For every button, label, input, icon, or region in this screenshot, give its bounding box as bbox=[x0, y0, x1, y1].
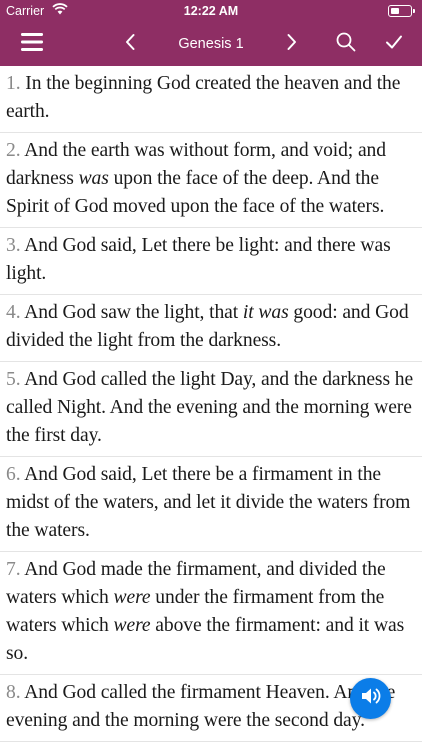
verse-item[interactable]: 1. In the beginning God created the heav… bbox=[0, 66, 422, 133]
page-title[interactable]: Genesis 1 bbox=[160, 22, 262, 66]
verse-number: 3. bbox=[6, 235, 21, 256]
previous-chapter-button[interactable] bbox=[114, 22, 146, 66]
verse-text: And God called the light Day, and the da… bbox=[6, 369, 414, 446]
verse-item[interactable]: 6. And God said, Let there be a firmamen… bbox=[0, 457, 422, 552]
search-icon bbox=[336, 32, 356, 57]
verse-italic-text: were bbox=[113, 615, 151, 636]
audio-play-button[interactable] bbox=[350, 678, 391, 719]
chevron-left-icon bbox=[124, 33, 136, 56]
status-bar: Carrier 12:22 AM bbox=[0, 0, 422, 22]
verse-number: 4. bbox=[6, 302, 21, 323]
battery-icon bbox=[388, 5, 415, 17]
nav-bar: Genesis 1 bbox=[0, 22, 422, 66]
verse-number: 6. bbox=[6, 464, 21, 485]
next-chapter-button[interactable] bbox=[276, 22, 308, 66]
menu-button[interactable] bbox=[12, 22, 52, 66]
verse-text: And God saw the light, that bbox=[20, 302, 243, 323]
verse-text: And God called the firmament Heaven. And… bbox=[6, 682, 396, 731]
verse-number: 8. bbox=[6, 682, 21, 703]
verse-item[interactable]: 4. And God saw the light, that it was go… bbox=[0, 295, 422, 362]
verse-number: 5. bbox=[6, 369, 21, 390]
verse-italic-text: was bbox=[78, 168, 109, 189]
verse-item[interactable]: 5. And God called the light Day, and the… bbox=[0, 362, 422, 457]
verse-number: 2. bbox=[6, 140, 21, 161]
verse-item[interactable]: 3. And God said, Let there be light: and… bbox=[0, 228, 422, 295]
checkmark-icon bbox=[385, 34, 403, 55]
chevron-right-icon bbox=[286, 33, 298, 56]
done-button[interactable] bbox=[378, 22, 410, 66]
verse-text: In the beginning God created the heaven … bbox=[6, 73, 401, 122]
verse-text: And God said, Let there be light: and th… bbox=[6, 235, 391, 284]
speaker-icon bbox=[360, 686, 382, 711]
status-time: 12:22 AM bbox=[183, 4, 239, 18]
verse-item[interactable]: 7. And God made the firmament, and divid… bbox=[0, 552, 422, 675]
menu-icon bbox=[20, 32, 44, 57]
search-button[interactable] bbox=[330, 22, 362, 66]
verse-italic-text: were bbox=[113, 587, 151, 608]
verse-number: 1. bbox=[6, 73, 21, 94]
verse-list[interactable]: 1. In the beginning God created the heav… bbox=[0, 66, 422, 750]
verse-italic-text: it was bbox=[242, 302, 289, 323]
verse-text: And God said, Let there be a firmament i… bbox=[6, 464, 411, 541]
verse-number: 7. bbox=[6, 559, 21, 580]
verse-item[interactable]: 2. And the earth was without form, and v… bbox=[0, 133, 422, 228]
